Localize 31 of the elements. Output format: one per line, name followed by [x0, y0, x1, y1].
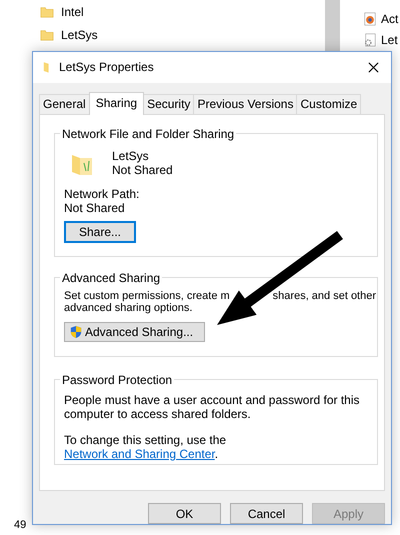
settings-file-icon [363, 32, 377, 48]
dialog-button[interactable]: Cancel [230, 503, 303, 524]
share-status: Not Shared [112, 162, 173, 177]
network-center-link[interactable]: Network and Sharing Center [64, 446, 215, 461]
folder-name[interactable]: LetSys [61, 28, 98, 42]
share-button[interactable]: Share... [64, 220, 136, 243]
tab[interactable]: General [39, 94, 90, 114]
advanced-sharing-button[interactable]: Advanced Sharing... [64, 322, 205, 342]
file-name[interactable]: Let [381, 32, 398, 46]
browser-file-icon [363, 10, 377, 26]
window-title: LetSys Properties [59, 60, 155, 74]
help-sentence: To change this setting, use the Network and Sharing Center. [64, 432, 228, 461]
field-label: Network Path: [64, 186, 140, 201]
close-icon[interactable] [368, 62, 379, 73]
description-text: advanced sharing options. [64, 302, 194, 314]
shield-icon [70, 324, 82, 339]
folder-icon [43, 60, 51, 74]
status-text: 49 [14, 519, 26, 531]
description-text: Set custom permissions, create m [64, 290, 230, 302]
group-title: Network File and Folder Sharing [61, 126, 236, 141]
description-text: People must have a user account and password for this computer to access shared folders. [64, 392, 360, 421]
group-title: Password Protection [61, 372, 174, 387]
folder-name: LetSys [112, 148, 150, 163]
file-name[interactable]: Act [381, 12, 398, 26]
description-text: shares, and set other [272, 290, 376, 302]
tab[interactable]: Sharing [88, 92, 144, 115]
folder-name[interactable]: Intel [61, 4, 84, 18]
dialog-button[interactable]: OK [148, 503, 221, 524]
network-path: Not Shared [64, 200, 126, 215]
group-title: Advanced Sharing [61, 270, 162, 285]
tab[interactable]: Customize [296, 94, 362, 114]
